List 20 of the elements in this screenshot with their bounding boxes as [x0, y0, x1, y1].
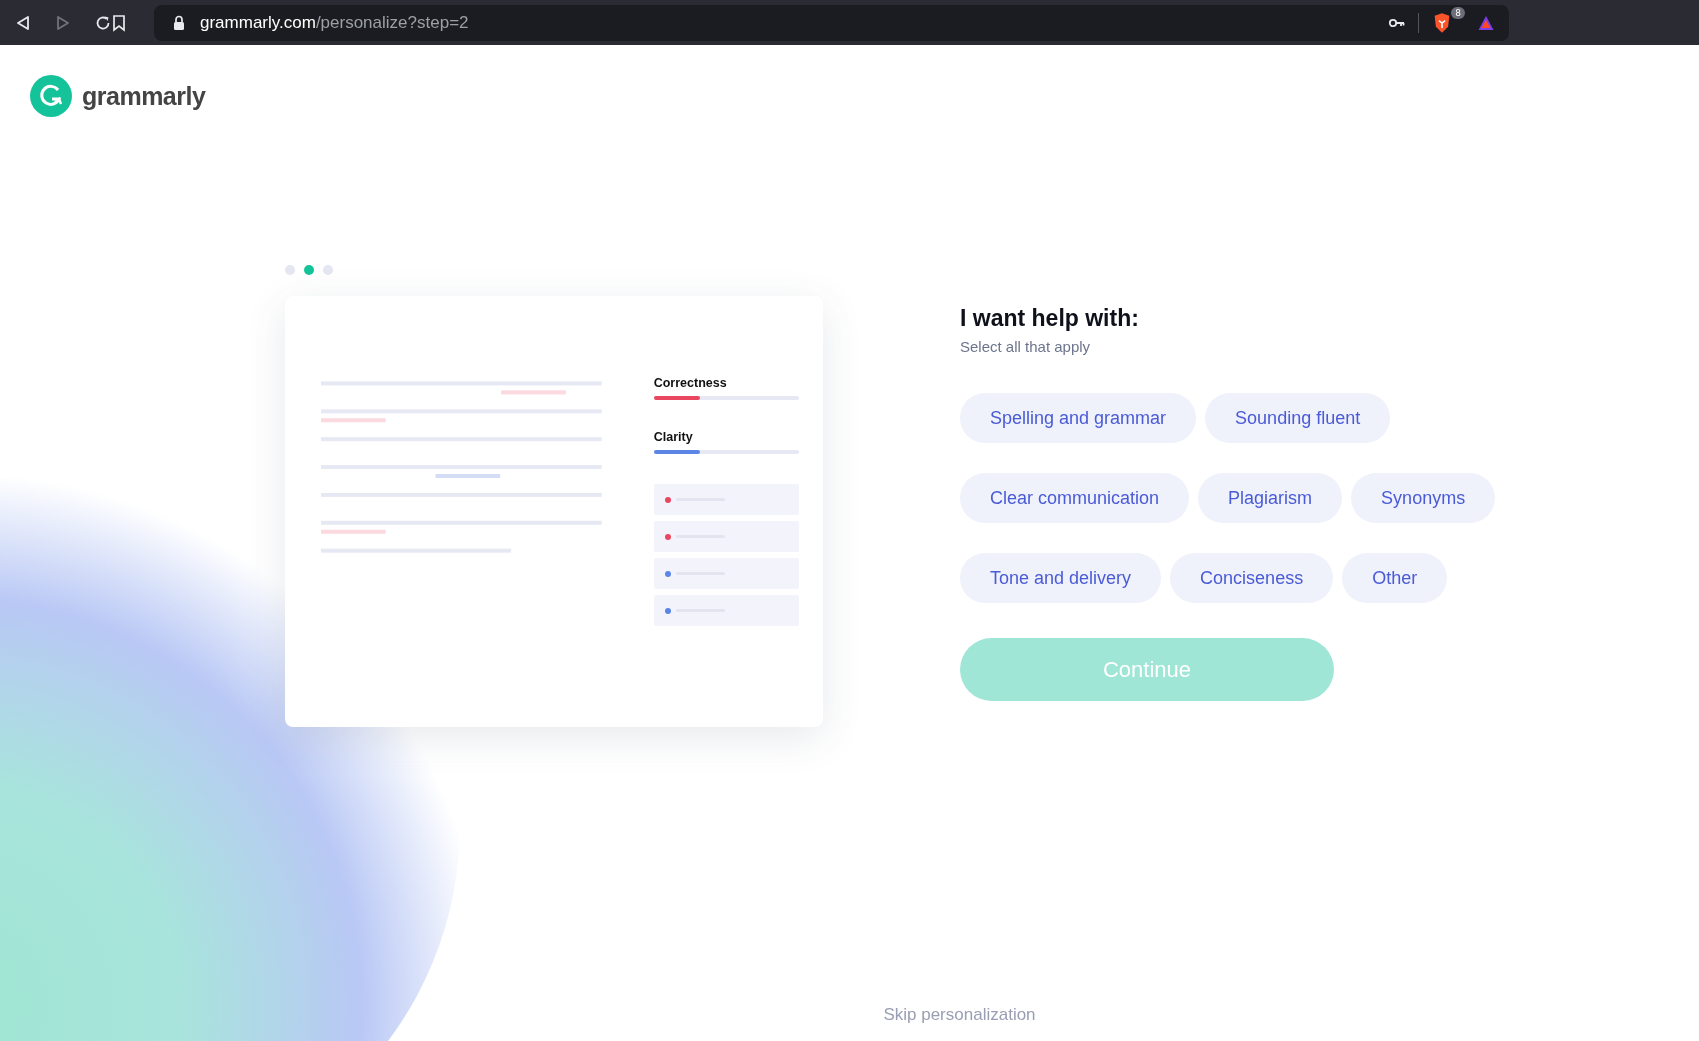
url-text: grammarly.com/personalize?step=2	[200, 12, 469, 33]
logo-icon	[30, 75, 72, 117]
forward-icon[interactable]	[54, 13, 72, 32]
extension-badge: 8	[1451, 6, 1465, 19]
back-icon[interactable]	[14, 13, 32, 32]
option-chip[interactable]: Plagiarism	[1198, 473, 1343, 523]
option-chip[interactable]: Sounding fluent	[1205, 393, 1391, 443]
option-chip[interactable]: Tone and delivery	[960, 553, 1162, 603]
bookmark-icon[interactable]	[110, 13, 128, 32]
question-title: I want help with:	[960, 305, 1140, 332]
option-chip[interactable]: Synonyms	[1351, 473, 1496, 523]
logo-wordmark: grammarly	[82, 81, 206, 111]
option-chip[interactable]: Spelling and grammar	[960, 393, 1197, 443]
meter-label: Correctness	[653, 376, 728, 390]
question-subtitle: Select all that apply	[960, 338, 1092, 355]
option-chip[interactable]: Clear communication	[960, 473, 1190, 523]
skip-link[interactable]: Skip personalization	[883, 1005, 1036, 1025]
option-chip[interactable]: Conciseness	[1170, 553, 1334, 603]
option-chip[interactable]: Other	[1342, 553, 1448, 603]
meter-label: Clarity	[653, 430, 694, 444]
